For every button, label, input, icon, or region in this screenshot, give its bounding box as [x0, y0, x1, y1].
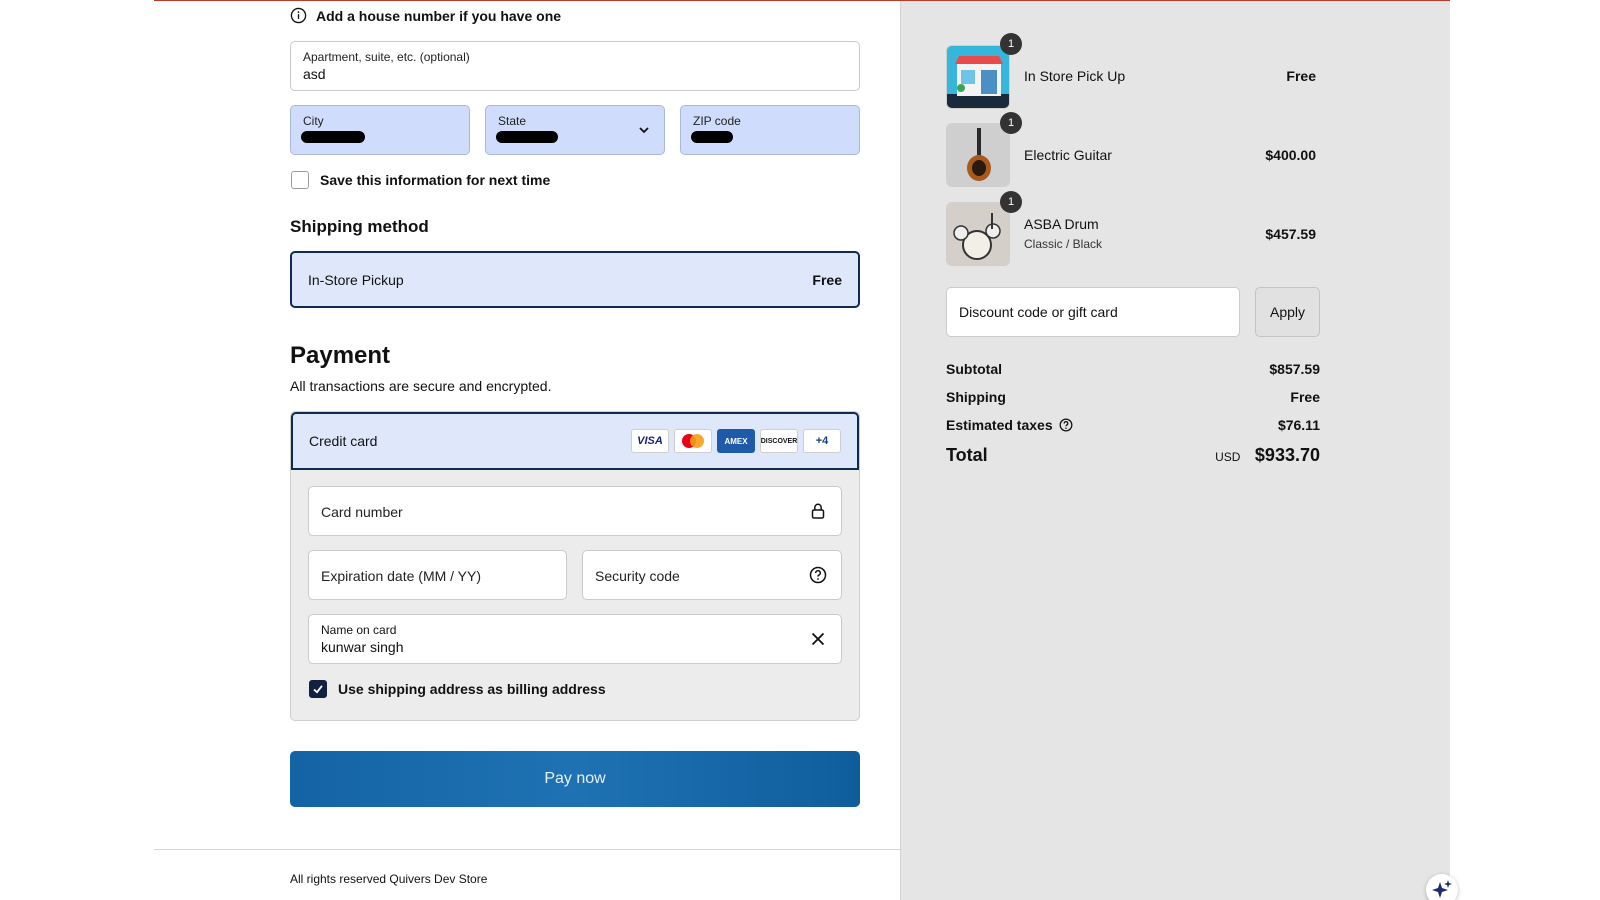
- lock-icon: [811, 503, 825, 519]
- card-number-input[interactable]: Card number: [308, 486, 842, 536]
- total-value: $933.70: [1254, 445, 1320, 465]
- pay-now-button[interactable]: Pay now: [290, 751, 860, 807]
- quantity-badge: 1: [1000, 33, 1022, 55]
- shipping-label: Shipping: [946, 389, 1006, 405]
- sparkle-icon: [1432, 880, 1452, 898]
- apartment-label: Apartment, suite, etc. (optional): [303, 50, 470, 64]
- total-row: Total USD $933.70: [946, 445, 1320, 466]
- card-brand-list: VISA AMEX DISCOVER +4: [631, 429, 841, 453]
- discount-code-input[interactable]: Discount code or gift card: [946, 287, 1240, 337]
- help-icon[interactable]: [1059, 418, 1073, 432]
- save-info-label: Save this information for next time: [320, 172, 551, 188]
- taxes-row: Estimated taxes $76.11: [946, 417, 1320, 433]
- total-amount-group: USD $933.70: [1215, 445, 1320, 466]
- expiration-date-input[interactable]: Expiration date (MM / YY): [308, 550, 567, 600]
- drum-image: [947, 203, 1009, 265]
- item-price: $457.59: [1265, 226, 1316, 242]
- card-number-placeholder: Card number: [321, 504, 403, 520]
- subtotal-label: Subtotal: [946, 361, 1002, 377]
- apartment-field[interactable]: Apartment, suite, etc. (optional) asd: [290, 41, 860, 91]
- store-icon: [947, 46, 1009, 108]
- city-field[interactable]: City: [290, 105, 470, 155]
- item-variant: Classic / Black: [1024, 237, 1103, 251]
- subtotal-value: $857.59: [1269, 361, 1320, 377]
- taxes-label-group: Estimated taxes: [946, 417, 1073, 433]
- security-code-placeholder: Security code: [595, 568, 680, 584]
- chevron-down-icon: [639, 127, 649, 134]
- shipping-option-name: In-Store Pickup: [308, 272, 404, 288]
- apartment-value: asd: [303, 66, 326, 82]
- shipping-option-in-store-pickup[interactable]: In-Store Pickup Free: [290, 251, 860, 308]
- state-redacted: [496, 131, 558, 143]
- guitar-image: [947, 124, 1009, 186]
- credit-card-label: Credit card: [309, 433, 378, 449]
- shipping-row: Shipping Free: [946, 389, 1320, 405]
- visa-icon: VISA: [631, 429, 669, 453]
- security-code-input[interactable]: Security code: [582, 550, 842, 600]
- close-icon[interactable]: [809, 630, 827, 648]
- item-name: ASBA Drum: [1024, 216, 1099, 232]
- zip-field[interactable]: ZIP code: [680, 105, 860, 155]
- credit-card-panel: Credit card VISA AMEX DISCOVER +4 Card n…: [290, 411, 860, 721]
- shipping-option-price: Free: [812, 272, 842, 288]
- zip-redacted: [691, 131, 733, 143]
- name-on-card-value: kunwar singh: [321, 639, 404, 655]
- asba-drum-thumbnail: [946, 202, 1010, 266]
- discover-icon: DISCOVER: [760, 429, 798, 453]
- item-name: In Store Pick Up: [1024, 68, 1126, 84]
- shipping-method-heading: Shipping method: [290, 217, 429, 236]
- currency-code: USD: [1215, 450, 1241, 464]
- apply-button[interactable]: Apply: [1255, 287, 1320, 337]
- subtotal-row: Subtotal $857.59: [946, 361, 1320, 377]
- item-name: Electric Guitar: [1024, 147, 1112, 163]
- taxes-value: $76.11: [1277, 417, 1320, 433]
- shipping-value: Free: [1290, 389, 1320, 405]
- help-icon[interactable]: [809, 566, 827, 584]
- amex-icon: AMEX: [717, 429, 755, 453]
- state-select[interactable]: State: [485, 105, 665, 155]
- info-icon: [290, 7, 307, 24]
- state-label: State: [498, 114, 527, 128]
- zip-label: ZIP code: [693, 114, 741, 128]
- item-price: $400.00: [1265, 147, 1316, 163]
- quantity-badge: 1: [1000, 191, 1022, 213]
- billing-same-label: Use shipping address as billing address: [338, 681, 606, 697]
- name-on-card-label: Name on card: [321, 623, 397, 637]
- billing-same-checkbox[interactable]: [309, 680, 327, 698]
- discount-placeholder: Discount code or gift card: [959, 304, 1118, 320]
- payment-method-credit-card[interactable]: Credit card VISA AMEX DISCOVER +4: [291, 412, 859, 470]
- more-cards-badge: +4: [803, 429, 841, 453]
- check-icon: [313, 685, 323, 694]
- electric-guitar-thumbnail: [946, 123, 1010, 187]
- payment-heading: Payment: [290, 342, 391, 369]
- assistant-sparkle-button[interactable]: [1426, 874, 1458, 900]
- mastercard-icon: [674, 429, 712, 453]
- city-redacted: [301, 131, 365, 143]
- footer-divider: [154, 849, 900, 850]
- total-label: Total: [946, 445, 988, 465]
- name-on-card-input[interactable]: Name on card kunwar singh: [308, 614, 842, 664]
- expiration-placeholder: Expiration date (MM / YY): [321, 568, 482, 584]
- item-price: Free: [1286, 68, 1316, 84]
- hint-text: Add a house number if you have one: [316, 7, 562, 24]
- order-summary: 1 In Store Pick Up Free 1 Electric Guita…: [900, 1, 1450, 900]
- store-pickup-thumbnail: [946, 45, 1010, 109]
- footer-text: All rights reserved Quivers Dev Store: [290, 872, 488, 886]
- house-number-hint: Add a house number if you have one: [290, 7, 561, 24]
- payment-subheading: All transactions are secure and encrypte…: [290, 378, 552, 394]
- city-label: City: [303, 114, 324, 128]
- save-info-checkbox[interactable]: [291, 171, 309, 189]
- taxes-label: Estimated taxes: [946, 417, 1053, 433]
- checkout-form: Add a house number if you have one Apart…: [154, 1, 900, 900]
- quantity-badge: 1: [1000, 112, 1022, 134]
